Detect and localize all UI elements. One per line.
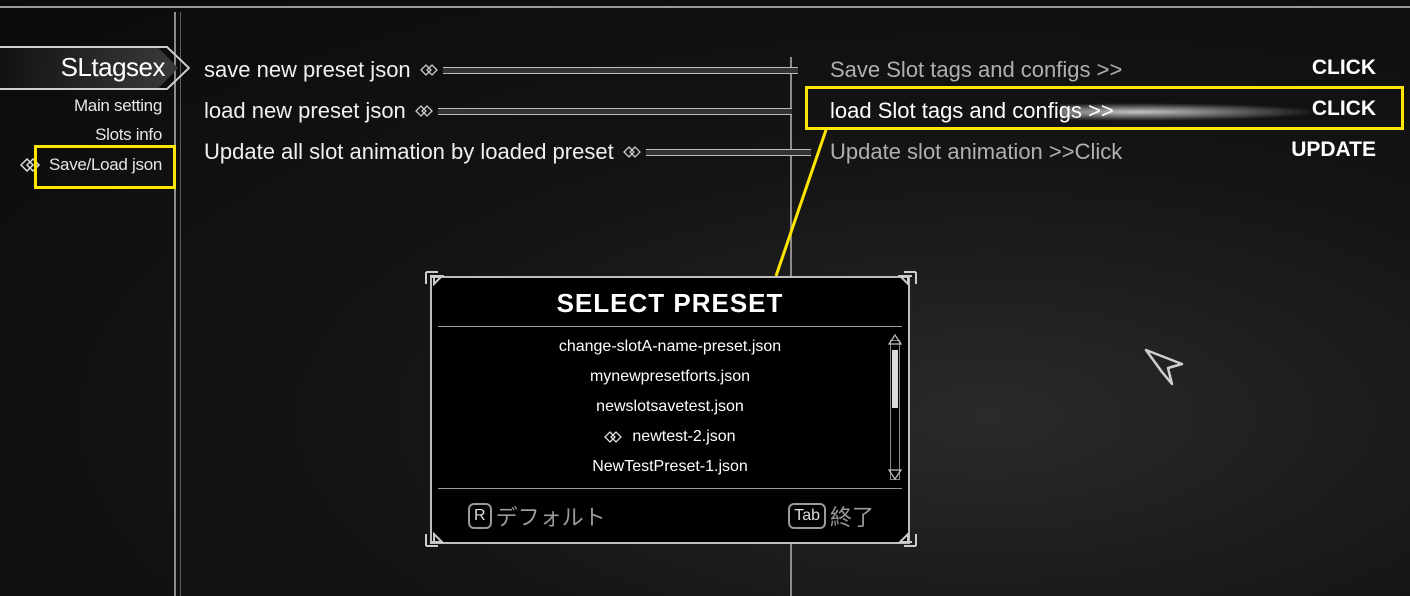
nav-title-sltagsex[interactable]: SLtagsex — [61, 52, 166, 83]
preset-list-item[interactable]: NewTestPreset-1.json — [432, 458, 908, 476]
option-update-all-slot-animation-slider[interactable] — [645, 148, 811, 156]
option-save-new-preset[interactable]: save new preset json — [204, 57, 798, 83]
nav-item-slots-info[interactable]: Slots info — [95, 125, 162, 145]
option-save-slot-tags[interactable]: Save Slot tags and configs >> — [830, 57, 1122, 83]
scroll-down-arrow-icon[interactable] — [887, 468, 903, 480]
highlight-box-nav — [34, 145, 176, 189]
nav-item-main-setting[interactable]: Main setting — [74, 96, 162, 116]
left-divider — [174, 12, 176, 596]
key-r-icon: R — [468, 503, 492, 529]
default-button[interactable]: R デフォルト — [468, 500, 606, 532]
preset-list-item-selected[interactable]: newtest-2.json — [432, 428, 908, 446]
left-divider-inner — [180, 12, 181, 596]
option-save-new-preset-label: save new preset json — [204, 57, 411, 82]
exit-button-label: 終了 — [829, 505, 874, 530]
default-button-label: デフォルト — [495, 505, 606, 530]
preset-list-item[interactable]: mynewpresetforts.json — [432, 368, 908, 386]
preset-list-item[interactable]: newslotsavetest.json — [432, 398, 908, 416]
selected-diamond-icon — [604, 430, 623, 443]
exit-button[interactable]: Tab 終了 — [788, 500, 874, 532]
option-update-slot-animation[interactable]: Update slot animation >>Click — [830, 139, 1122, 165]
key-tab-icon: Tab — [788, 503, 826, 529]
dialog-divider-bottom — [438, 488, 902, 489]
dialog-divider-top — [438, 326, 902, 327]
mouse-cursor-icon — [1144, 348, 1184, 386]
option-load-new-preset[interactable]: load new preset json — [204, 98, 792, 124]
dialog-title: SELECT PRESET — [556, 288, 784, 318]
option-save-slot-tags-value[interactable]: CLICK — [1312, 56, 1376, 80]
option-load-new-preset-slider[interactable] — [437, 107, 792, 115]
slider-diamond-icon — [414, 105, 433, 117]
preset-list-item[interactable]: change-slotA-name-preset.json — [432, 338, 908, 356]
option-save-new-preset-slider[interactable] — [442, 66, 798, 74]
slider-diamond-icon — [419, 64, 438, 76]
dialog-corner-ornament-icon — [425, 531, 445, 547]
preset-list-item-selected-label: newtest-2.json — [632, 428, 736, 445]
highlight-box-load-slot — [805, 86, 1404, 130]
option-update-all-slot-animation[interactable]: Update all slot animation by loaded pres… — [204, 139, 811, 165]
option-update-slot-animation-value[interactable]: UPDATE — [1291, 138, 1376, 162]
dialog-corner-ornament-icon — [897, 271, 917, 287]
option-update-all-slot-animation-label: Update all slot animation by loaded pres… — [204, 139, 614, 164]
select-preset-dialog: SELECT PRESET change-slotA-name-preset.j… — [430, 276, 910, 544]
top-border-line — [0, 6, 1410, 8]
option-load-new-preset-label: load new preset json — [204, 98, 406, 123]
scroll-up-arrow-icon[interactable] — [887, 334, 903, 346]
dialog-scrollbar-thumb[interactable] — [892, 350, 898, 408]
dialog-corner-ornament-icon — [425, 271, 445, 287]
dialog-corner-ornament-icon — [897, 531, 917, 547]
slider-diamond-icon — [622, 146, 641, 158]
